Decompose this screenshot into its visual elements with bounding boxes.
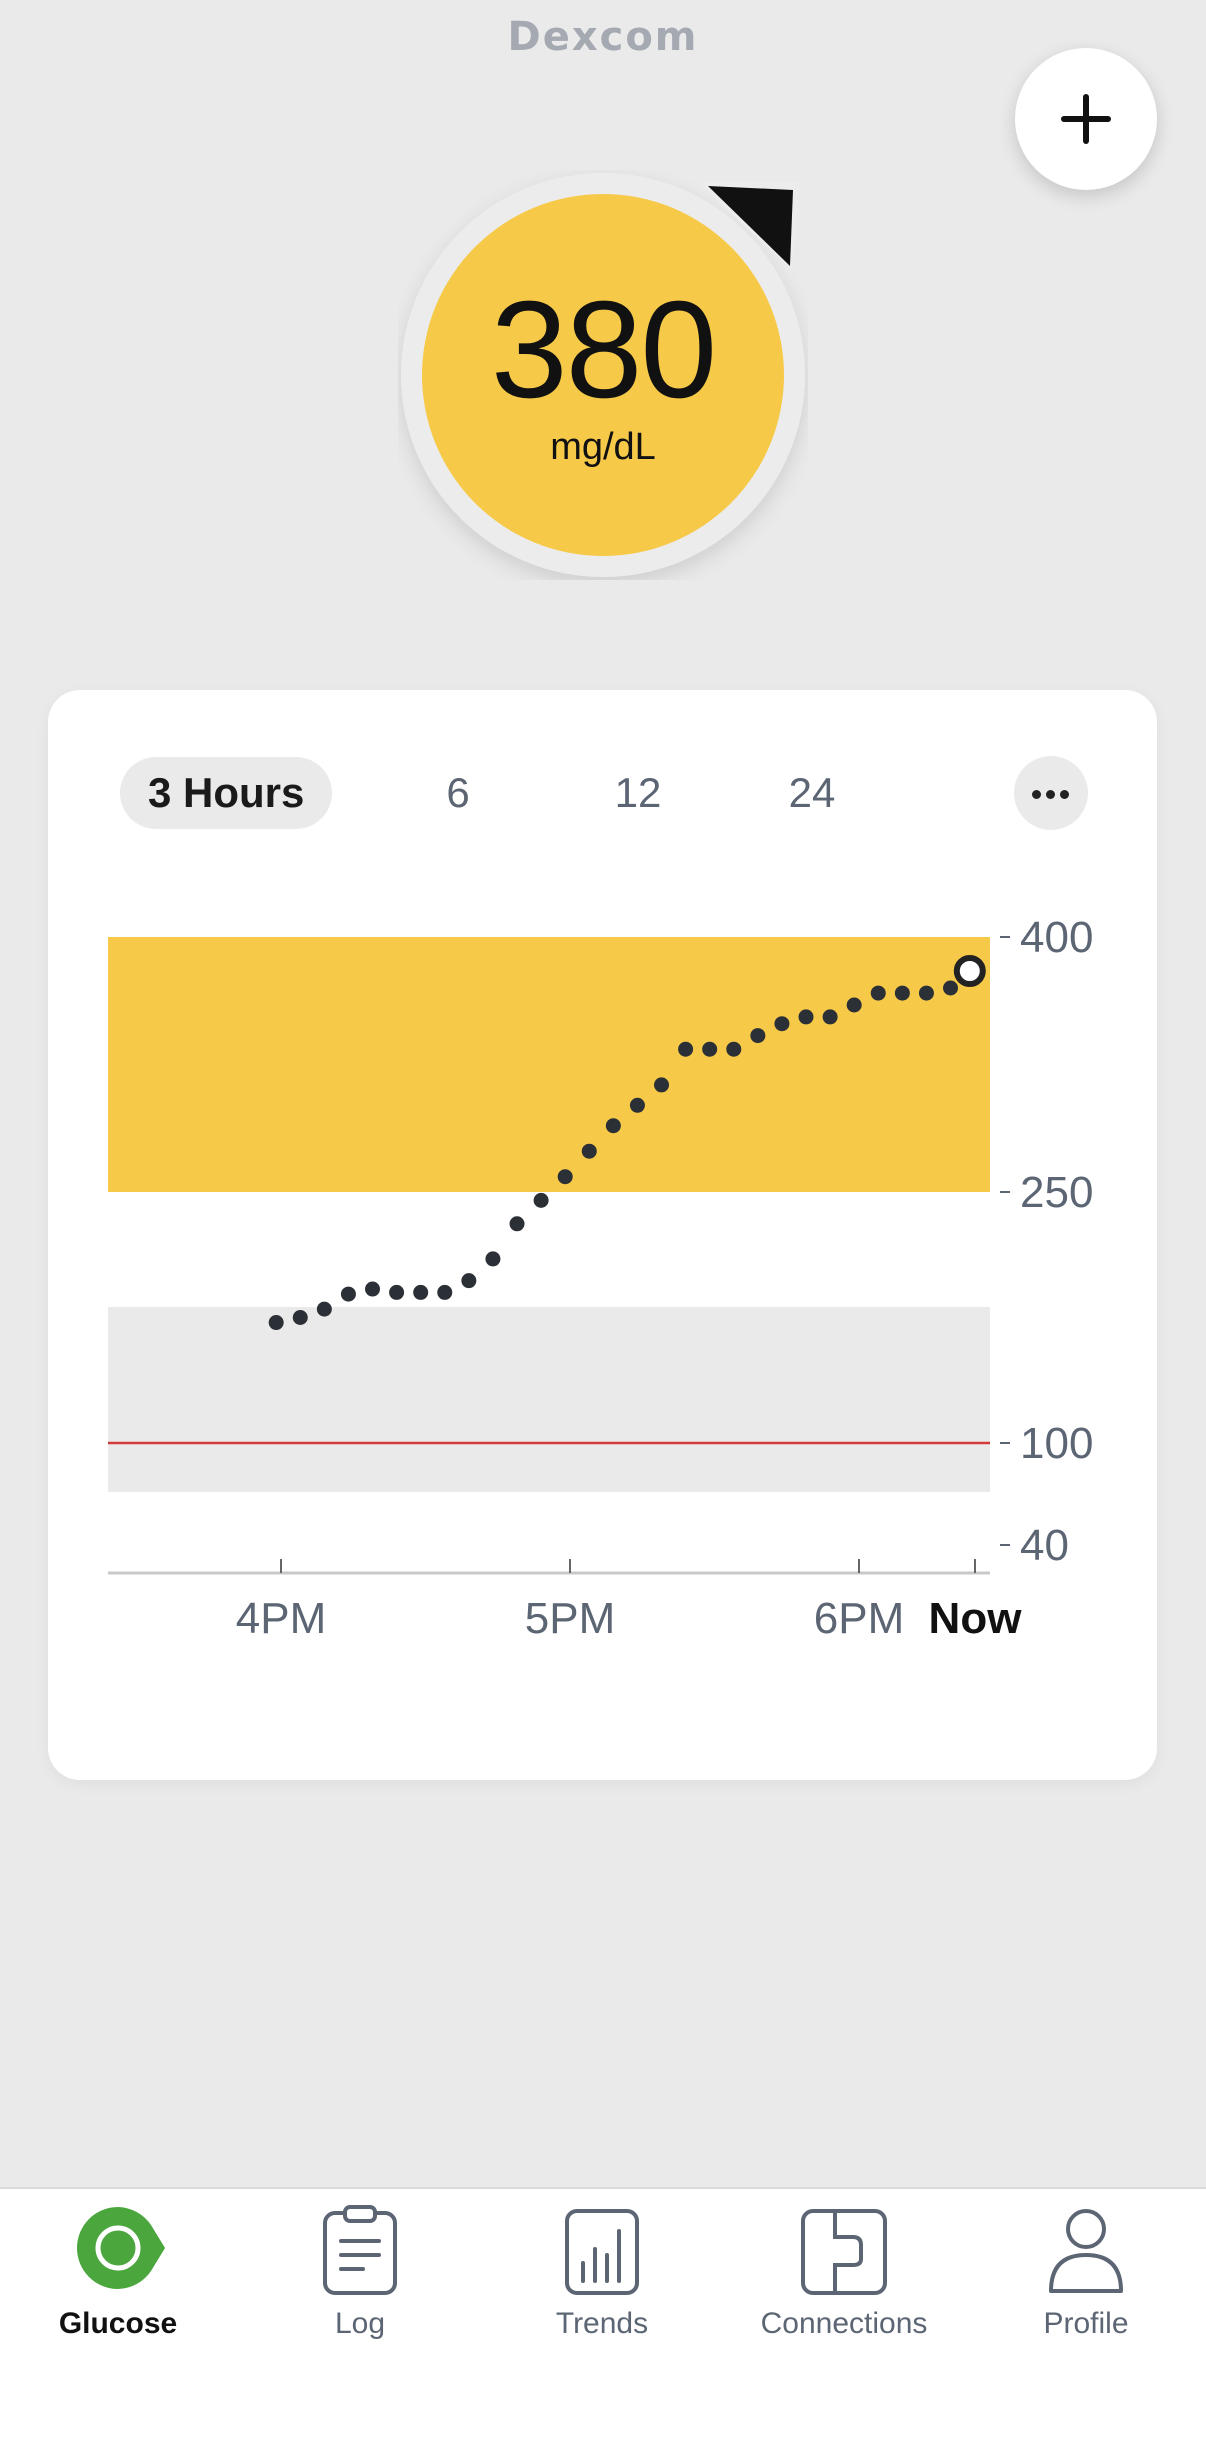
current-reading-point <box>953 955 986 987</box>
nav-trends[interactable]: Trends <box>502 2203 702 2341</box>
glucose-point <box>605 1118 621 1134</box>
glucose-point <box>822 1009 838 1025</box>
glucose-point <box>268 1315 284 1331</box>
target-range-band <box>108 1307 990 1492</box>
glucose-point <box>654 1077 670 1093</box>
glucose-point <box>485 1251 501 1267</box>
clipboard-icon <box>323 2205 397 2295</box>
x-tick-label: Now <box>929 1594 1023 1643</box>
glucose-icon <box>76 2207 165 2289</box>
glucose-point <box>846 997 862 1013</box>
glucose-point <box>437 1284 453 1300</box>
glucose-point <box>316 1301 332 1317</box>
glucose-point <box>943 980 959 996</box>
glucose-point <box>870 985 886 1001</box>
nav-log[interactable]: Log <box>260 2203 460 2341</box>
glucose-point <box>750 1028 766 1044</box>
glucose-point <box>365 1281 381 1297</box>
glucose-point <box>340 1286 356 1302</box>
glucose-point <box>702 1041 718 1057</box>
bar-chart-icon <box>565 2209 639 2295</box>
glucose-point <box>461 1273 477 1289</box>
glucose-point <box>629 1097 645 1113</box>
y-tick-label: 40 <box>1020 1521 1069 1570</box>
glucose-point <box>557 1169 573 1185</box>
nav-glucose[interactable]: Glucose <box>18 2203 218 2341</box>
glucose-chart: 4PM 5PM 6PM Now 400 250 100 40 <box>108 913 1093 1643</box>
bottom-nav: Glucose Log Trends Connections Profile <box>0 2187 1206 2438</box>
glucose-point <box>389 1284 405 1300</box>
y-tick-label: 250 <box>1020 1168 1093 1217</box>
glucose-point <box>413 1284 429 1300</box>
glucose-point <box>726 1041 742 1057</box>
nav-connections[interactable]: Connections <box>744 2203 944 2341</box>
glucose-point <box>894 985 910 1001</box>
y-tick-label: 400 <box>1020 913 1093 962</box>
glucose-point <box>678 1041 694 1057</box>
glucose-point <box>798 1009 814 1025</box>
glucose-point <box>581 1143 597 1159</box>
x-tick-label: 6PM <box>814 1594 904 1643</box>
glucose-point <box>918 985 934 1001</box>
y-tick-label: 100 <box>1020 1419 1093 1468</box>
glucose-point <box>533 1192 549 1208</box>
glucose-point <box>509 1216 525 1232</box>
x-tick-label: 5PM <box>525 1594 615 1643</box>
x-tick-label: 4PM <box>236 1594 326 1643</box>
high-range-band <box>108 937 990 1192</box>
connections-icon <box>801 2209 887 2295</box>
glucose-point <box>774 1016 790 1032</box>
person-icon <box>1049 2209 1123 2293</box>
glucose-point <box>292 1310 308 1325</box>
nav-profile[interactable]: Profile <box>986 2203 1186 2341</box>
